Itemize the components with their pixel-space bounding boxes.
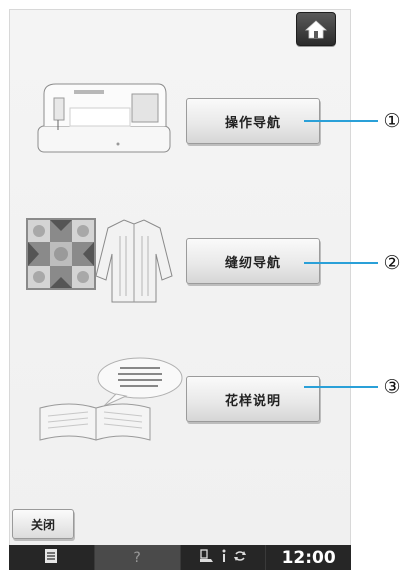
sewing-machine-illustration [34, 80, 174, 162]
status-bar: ? 12:00 [9, 545, 351, 570]
sewing-guide-button[interactable]: 缝纫导航 [186, 238, 320, 284]
info-icon [221, 549, 227, 567]
rotate-icon [233, 549, 247, 567]
status-icons [181, 545, 267, 570]
close-button[interactable]: 关闭 [12, 509, 74, 539]
callout-number-2: ② [383, 252, 401, 274]
pattern-explanation-label: 花样说明 [224, 393, 281, 409]
callout-line-3 [304, 386, 378, 388]
operation-guide-button[interactable]: 操作导航 [186, 98, 320, 144]
presser-foot-icon [199, 548, 215, 567]
help-button[interactable]: ? [94, 545, 181, 570]
close-label: 关闭 [30, 517, 55, 532]
document-icon [44, 548, 58, 568]
callout-number-1: ① [383, 110, 401, 132]
callout-line-1 [304, 120, 378, 122]
sewing-guide-label: 缝纫导航 [224, 255, 281, 271]
callout-number-3: ③ [383, 376, 401, 398]
operation-guide-label: 操作导航 [224, 115, 281, 131]
home-button[interactable] [296, 12, 336, 46]
quilt-and-shirt-illustration [24, 216, 176, 310]
callout-line-2 [304, 262, 378, 264]
help-icon: ? [133, 549, 141, 566]
pattern-explanation-button[interactable]: 花样说明 [186, 376, 320, 422]
book-with-speech-bubble-illustration [34, 356, 184, 446]
clock-display: 12:00 [281, 547, 336, 568]
home-icon [305, 19, 327, 39]
document-button[interactable] [9, 545, 95, 570]
